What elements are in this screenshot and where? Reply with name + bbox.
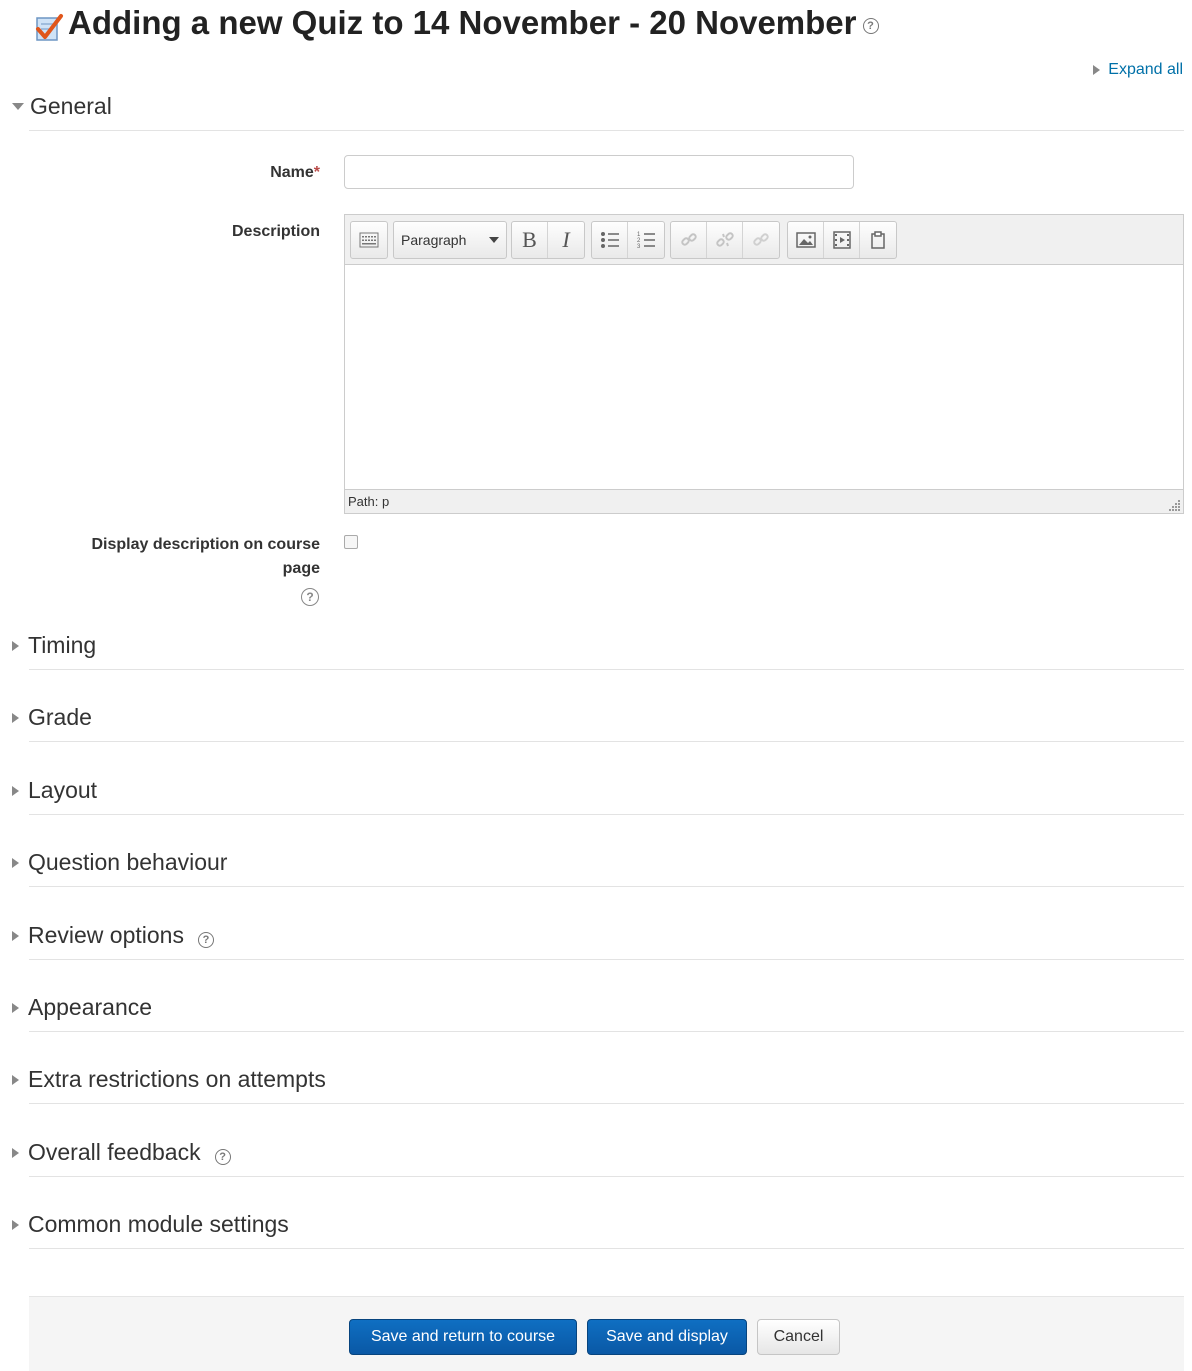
section-divider [29, 669, 1184, 670]
numbered-list-icon: 123 [637, 232, 655, 249]
section-toggle[interactable]: Common module settings [12, 1211, 289, 1238]
section-toggle[interactable]: Extra restrictions on attempts [12, 1066, 326, 1093]
section-toggle[interactable]: Timing [12, 632, 96, 659]
italic-button[interactable]: I [548, 222, 584, 258]
name-label: Name* [270, 164, 320, 182]
help-icon[interactable]: ? [214, 1148, 231, 1165]
clipboard-icon [871, 231, 885, 249]
section-divider [29, 959, 1184, 960]
editor-content-area[interactable] [345, 265, 1183, 489]
expand-arrow-icon [12, 930, 19, 941]
svg-text:3: 3 [637, 244, 641, 249]
display-description-checkbox[interactable] [344, 535, 358, 549]
manage-files-button[interactable] [860, 222, 896, 258]
bold-button[interactable]: B [512, 222, 548, 258]
insert-image-button[interactable] [788, 222, 824, 258]
description-label: Description [231, 223, 320, 240]
anchor-link-icon [753, 233, 769, 246]
expand-arrow-icon [12, 1074, 19, 1085]
unordered-list-button[interactable] [592, 222, 628, 258]
section-divider [29, 1248, 1184, 1249]
section-divider [29, 1103, 1184, 1104]
section-title: Timing [28, 632, 97, 658]
required-marker: * [313, 164, 320, 181]
display-description-label: Display description on course page [91, 536, 321, 577]
section-divider [29, 814, 1184, 815]
link-icon [680, 233, 697, 246]
section-title: Common module settings [28, 1211, 289, 1237]
section-divider [29, 1176, 1184, 1177]
expand-arrow-icon [12, 712, 19, 723]
section-toggle[interactable]: Question behaviour [12, 849, 227, 876]
insert-media-button[interactable] [824, 222, 860, 258]
quiz-icon [36, 14, 63, 41]
section-title: Layout [28, 777, 98, 803]
section-toggle[interactable]: Layout [12, 777, 97, 804]
section-divider [29, 130, 1184, 131]
expand-all-link[interactable]: Expand all [1093, 61, 1183, 79]
section-toggle[interactable]: Appearance [12, 994, 152, 1021]
expand-arrow-icon [12, 1219, 19, 1230]
toolbar-toggle-button[interactable] [351, 222, 387, 258]
section-divider [29, 1031, 1184, 1032]
page-header: Adding a new Quiz to 14 November - 20 No… [34, 4, 879, 42]
section-title: Grade [28, 704, 92, 730]
description-editor[interactable]: Paragraph B I 123 Path: p [344, 214, 1184, 514]
help-icon[interactable]: ? [197, 931, 214, 948]
section-toggle[interactable]: Grade [12, 704, 92, 731]
expand-arrow-icon [12, 785, 19, 796]
unlink-icon [715, 232, 734, 247]
expand-all-label: Expand all [1108, 61, 1183, 78]
ordered-list-button[interactable]: 123 [628, 222, 664, 258]
unlink-button[interactable] [707, 222, 743, 258]
section-title: Extra restrictions on attempts [28, 1066, 326, 1092]
section-title: Overall feedback [28, 1139, 201, 1165]
save-display-button[interactable]: Save and display [587, 1319, 747, 1355]
paragraph-format-select[interactable]: Paragraph [394, 222, 506, 258]
image-icon [795, 232, 816, 248]
section-divider [29, 886, 1184, 887]
toolbar-group-toggle [350, 221, 388, 259]
section-general-toggle[interactable]: General [12, 93, 112, 120]
bullet-list-icon [600, 232, 619, 248]
paragraph-format-value: Paragraph [401, 232, 467, 248]
name-label-text: Name [270, 164, 314, 181]
toolbar-group-format: Paragraph [393, 221, 507, 259]
editor-status-bar: Path: p [345, 489, 1183, 513]
page-title: Adding a new Quiz to 14 November - 20 No… [68, 4, 857, 41]
expand-arrow-icon [12, 857, 19, 868]
editor-toolbar: Paragraph B I 123 [345, 215, 1183, 265]
toolbar-group-links [670, 221, 780, 259]
section-title: General [30, 93, 112, 119]
chevron-down-icon [489, 237, 499, 243]
toolbar-group-media [787, 221, 897, 259]
section-toggle[interactable]: Review options? [12, 922, 214, 949]
help-icon[interactable]: ? [301, 588, 319, 606]
save-return-button[interactable]: Save and return to course [349, 1319, 577, 1355]
cancel-button[interactable]: Cancel [757, 1319, 840, 1355]
expand-arrow-icon [12, 1147, 19, 1158]
resize-grip-icon[interactable] [1167, 497, 1181, 511]
expand-arrow-icon [1093, 65, 1101, 75]
keyboard-icon [359, 232, 379, 248]
expand-arrow-icon [12, 640, 19, 651]
toolbar-group-style: B I [511, 221, 585, 259]
editor-path: Path: p [348, 494, 390, 509]
media-film-icon [832, 231, 851, 249]
section-title: Question behaviour [28, 849, 228, 875]
name-input[interactable] [344, 155, 854, 189]
help-icon[interactable]: ? [862, 18, 879, 34]
section-toggle[interactable]: Overall feedback? [12, 1139, 231, 1166]
anchor-button[interactable] [743, 222, 779, 258]
expand-arrow-icon [12, 1002, 19, 1013]
section-title: Review options [28, 922, 184, 948]
link-button[interactable] [671, 222, 707, 258]
toolbar-group-lists: 123 [591, 221, 665, 259]
section-divider [29, 741, 1184, 742]
collapse-arrow-icon [12, 103, 24, 110]
section-title: Appearance [28, 994, 153, 1020]
